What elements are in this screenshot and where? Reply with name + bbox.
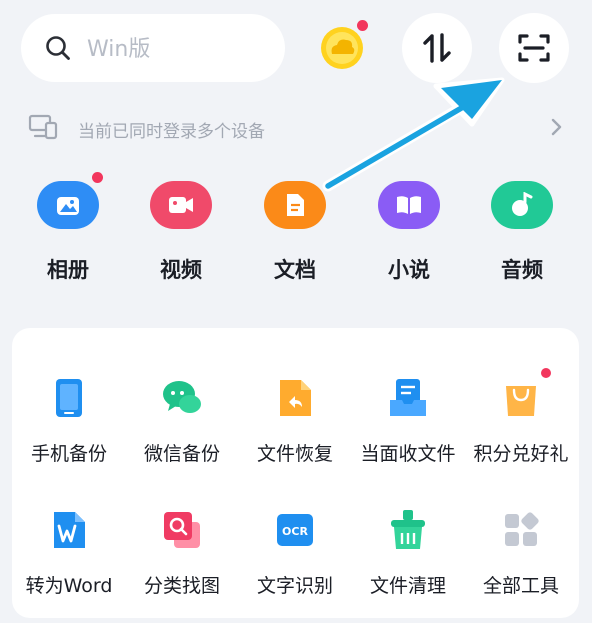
receive-file-icon [386, 376, 430, 420]
tool-label: 微信备份 [143, 443, 220, 465]
tool-convert-word[interactable]: 转为Word [12, 508, 126, 598]
logged-in-devices-row[interactable]: 当前已同时登录多个设备 [28, 112, 568, 144]
file-restore-icon [273, 376, 317, 420]
search-input[interactable] [85, 30, 269, 68]
category-audio[interactable]: 音频 [474, 181, 570, 284]
video-icon [150, 181, 212, 229]
tools-card: 手机备份 微信备份 文件恢复 当面收文件 积分兑好礼 转为Word 分类找图 O… [12, 328, 579, 618]
music-icon [491, 181, 553, 229]
category-novel[interactable]: 小说 [361, 181, 457, 284]
tool-image-search[interactable]: 分类找图 [125, 508, 239, 598]
category-album[interactable]: 相册 [20, 172, 116, 284]
phone-backup-icon [47, 376, 91, 420]
cloud-coin-button[interactable] [320, 20, 368, 70]
tool-label: 文字识别 [256, 575, 333, 597]
tool-ocr[interactable]: OCR 文字识别 [238, 508, 352, 598]
devices-text: 当前已同时登录多个设备 [78, 122, 265, 142]
svg-text:OCR: OCR [282, 525, 308, 538]
scan-button[interactable] [499, 13, 569, 83]
tool-label: 积分兑好礼 [473, 443, 569, 465]
category-label: 相册 [47, 258, 89, 282]
category-video[interactable]: 视频 [133, 181, 229, 284]
cloud-coin-icon [321, 27, 363, 69]
search-bar[interactable] [21, 14, 285, 82]
tool-label: 分类找图 [143, 575, 220, 597]
tool-points-gift[interactable]: 积分兑好礼 [464, 368, 578, 466]
tool-label: 当面收文件 [360, 443, 456, 465]
book-icon [378, 181, 440, 229]
wechat-backup-icon [160, 376, 204, 420]
category-label: 音频 [501, 258, 543, 282]
tool-wechat-backup[interactable]: 微信备份 [125, 376, 239, 466]
tool-all-tools[interactable]: 全部工具 [464, 508, 578, 598]
all-tools-icon [499, 508, 543, 552]
tool-label: 文件恢复 [256, 443, 333, 465]
search-icon [46, 36, 70, 60]
category-document[interactable]: 文档 [247, 181, 343, 284]
tool-file-clean[interactable]: 文件清理 [351, 508, 465, 598]
gift-bag-icon [499, 368, 551, 420]
tool-label: 文件清理 [369, 575, 446, 597]
document-icon [264, 181, 326, 229]
tool-receive-file[interactable]: 当面收文件 [351, 376, 465, 466]
image-search-icon [160, 508, 204, 552]
devices-icon [28, 114, 58, 140]
category-label: 小说 [388, 258, 430, 282]
notification-dot [92, 172, 103, 183]
notification-dot [357, 20, 368, 31]
photo-album-icon [37, 172, 103, 229]
scan-icon [518, 34, 550, 62]
tool-label: 手机备份 [30, 443, 107, 465]
category-label: 文档 [274, 258, 316, 282]
tool-label: 全部工具 [482, 575, 559, 597]
transfer-arrows-icon [423, 33, 451, 63]
category-label: 视频 [160, 258, 202, 282]
notification-dot [541, 368, 551, 378]
file-clean-icon [386, 508, 430, 552]
tool-file-restore[interactable]: 文件恢复 [238, 376, 352, 466]
chevron-right-icon [551, 118, 562, 136]
transfer-button[interactable] [402, 13, 472, 83]
tool-label: 转为Word [25, 575, 113, 597]
word-convert-icon [47, 508, 91, 552]
tool-phone-backup[interactable]: 手机备份 [12, 376, 126, 466]
ocr-icon: OCR [273, 508, 317, 552]
